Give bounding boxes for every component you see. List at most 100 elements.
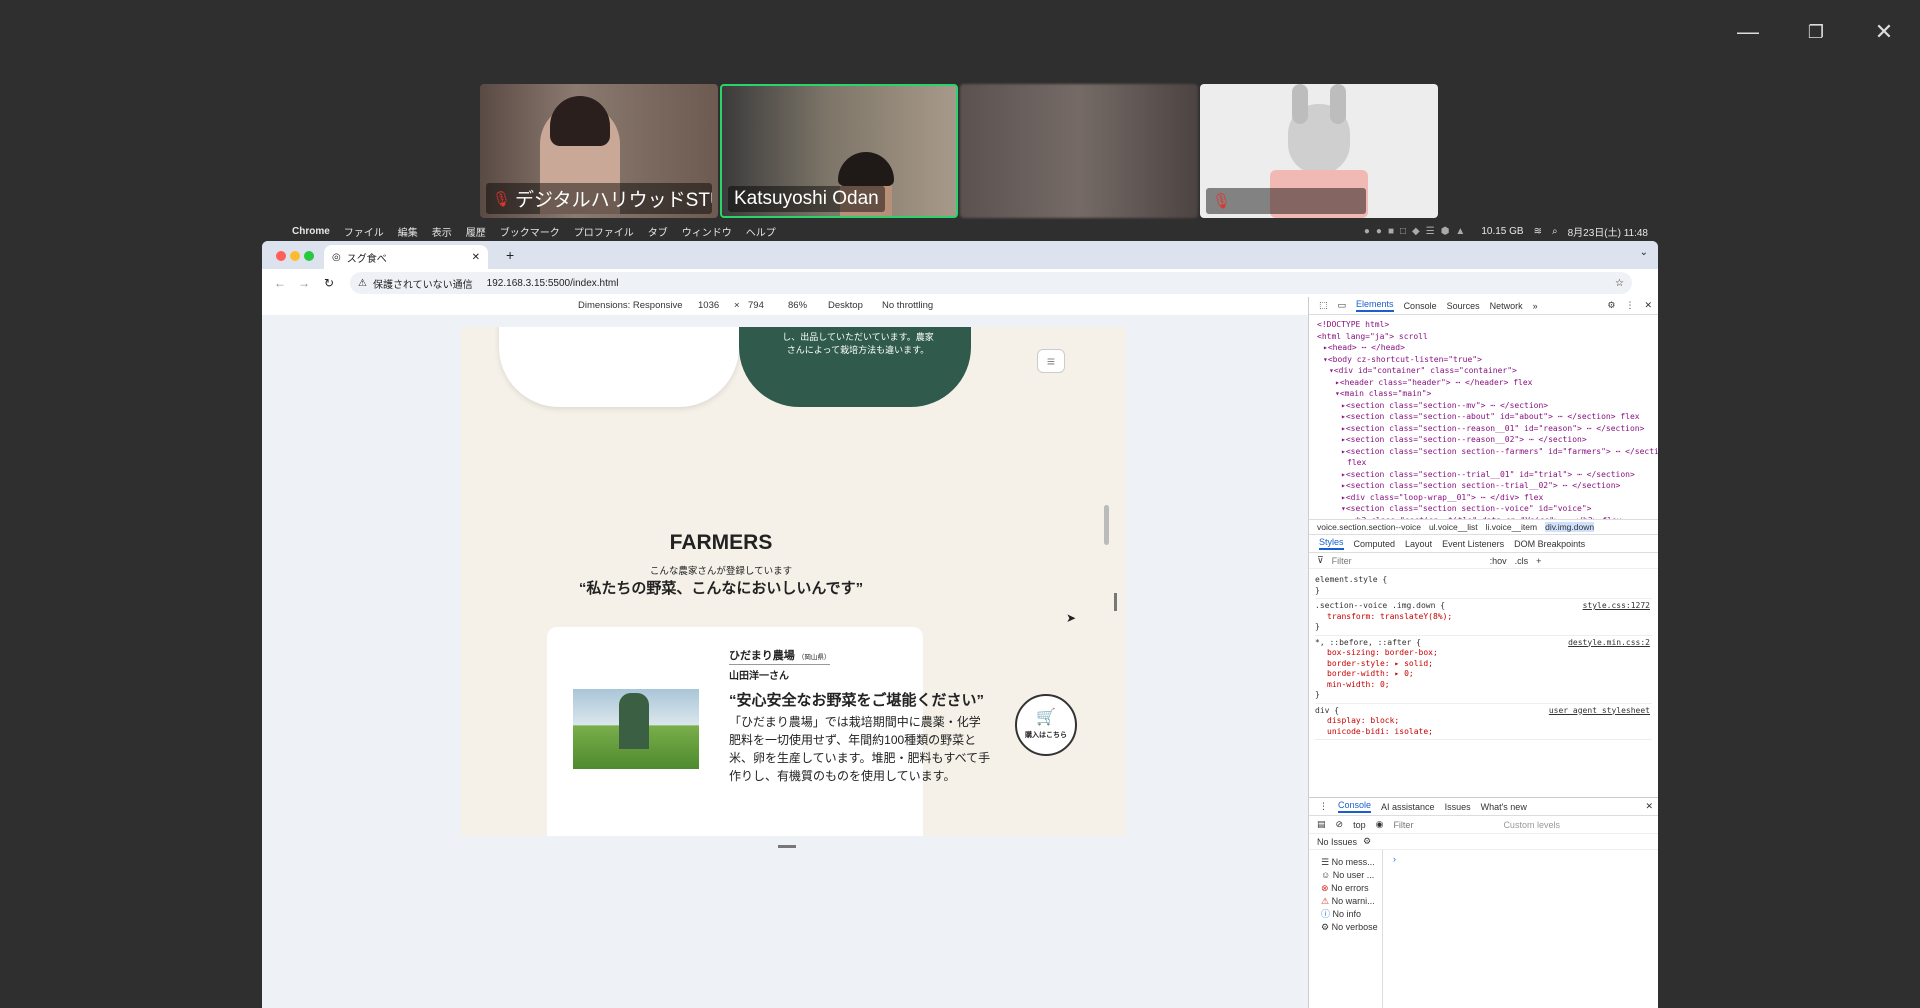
- style-property[interactable]: unicode-bidi: isolate;: [1315, 727, 1652, 738]
- zoom-select[interactable]: 86%: [788, 300, 807, 311]
- tab-computed[interactable]: Computed: [1354, 539, 1396, 549]
- dom-node[interactable]: ▾<body cz-shortcut-listen="true">: [1317, 354, 1658, 366]
- style-property[interactable]: transform: translateY(8%);: [1315, 612, 1652, 623]
- menubar-item[interactable]: ヘルプ: [746, 224, 776, 239]
- add-rule-icon[interactable]: +: [1536, 556, 1541, 566]
- forward-icon[interactable]: →: [298, 276, 310, 290]
- dom-node[interactable]: ▸<section class="section section--farmer…: [1317, 446, 1658, 458]
- participant-tile-2[interactable]: Katsuyoshi Odan: [720, 84, 958, 218]
- tab-search-button[interactable]: ⌄: [1640, 247, 1648, 258]
- dom-node[interactable]: ▸<section class="section--mv"> ⋯ </secti…: [1317, 400, 1658, 412]
- tab-elements[interactable]: Elements: [1356, 299, 1394, 312]
- style-rule[interactable]: .section--voice .img.down {style.css:127…: [1315, 599, 1652, 636]
- dom-node[interactable]: <html lang="ja"> scroll: [1317, 331, 1658, 343]
- breadcrumb-item[interactable]: li.voice__item: [1486, 522, 1538, 532]
- bookmark-star-icon[interactable]: ☆: [1615, 278, 1624, 289]
- dom-node[interactable]: ▾<section class="section section--voice"…: [1317, 503, 1658, 515]
- minimize-icon[interactable]: —: [1734, 18, 1762, 46]
- dom-node[interactable]: ▸<head> ⋯ </head>: [1317, 342, 1658, 354]
- filter-errors[interactable]: ⊗ No errors: [1321, 882, 1382, 895]
- close-window-button[interactable]: [276, 251, 286, 261]
- style-property[interactable]: border-style: ▸ solid;: [1315, 659, 1652, 670]
- search-icon[interactable]: ⌕: [1552, 226, 1558, 237]
- tab-sources[interactable]: Sources: [1447, 301, 1480, 311]
- menubar-item[interactable]: 履歴: [466, 224, 486, 239]
- dom-node[interactable]: ▸<section class="section--about" id="abo…: [1317, 411, 1658, 423]
- eye-icon[interactable]: ◉: [1376, 819, 1384, 830]
- clock[interactable]: 8月23日(土) 11:48: [1568, 224, 1648, 239]
- dom-node[interactable]: ▾<div id="container" class="container">: [1317, 365, 1658, 377]
- sidebar-toggle-icon[interactable]: ▤: [1317, 819, 1326, 830]
- styles-filter-input[interactable]: Filter: [1332, 556, 1482, 566]
- cart-button[interactable]: 🛒 購入はこちら: [1015, 694, 1077, 756]
- tab-dom-breakpoints[interactable]: DOM Breakpoints: [1514, 539, 1585, 549]
- clear-console-icon[interactable]: ⊘: [1336, 819, 1344, 830]
- menubar-item[interactable]: 表示: [432, 224, 452, 239]
- style-rule[interactable]: *, ::before, ::after {destyle.min.css:2 b…: [1315, 636, 1652, 704]
- viewport-height[interactable]: 794: [748, 300, 764, 311]
- dom-node[interactable]: ▸<section class="section--reason__02"> ⋯…: [1317, 434, 1658, 446]
- settings-icon[interactable]: ⚙: [1607, 300, 1615, 311]
- style-rule[interactable]: div {user agent stylesheet display: block…: [1315, 704, 1652, 740]
- tab-event-listeners[interactable]: Event Listeners: [1442, 539, 1504, 549]
- no-issues[interactable]: No Issues: [1317, 837, 1357, 847]
- wifi-icon[interactable]: ≋: [1534, 226, 1542, 237]
- dimensions-select[interactable]: Dimensions: Responsive: [578, 300, 683, 311]
- minimize-window-button[interactable]: [290, 251, 300, 261]
- dom-node[interactable]: <!DOCTYPE html>: [1317, 319, 1658, 331]
- gear-icon[interactable]: ⚙: [1363, 836, 1371, 847]
- device-select[interactable]: Desktop: [828, 300, 863, 311]
- menubar-item[interactable]: ファイル: [344, 224, 384, 239]
- zoom-window-button[interactable]: [304, 251, 314, 261]
- resize-handle-bottom[interactable]: [778, 845, 796, 848]
- style-source[interactable]: style.css:1272: [1583, 601, 1650, 612]
- menubar-item[interactable]: 編集: [398, 224, 418, 239]
- restore-icon[interactable]: ❐: [1802, 18, 1830, 46]
- inspect-icon[interactable]: ⬚: [1319, 300, 1328, 311]
- context-select[interactable]: top: [1353, 820, 1366, 830]
- close-devtools-icon[interactable]: ✕: [1644, 300, 1652, 311]
- dom-node[interactable]: ▸<section class="section--reason__01" id…: [1317, 423, 1658, 435]
- kebab-icon[interactable]: ⋮: [1625, 300, 1634, 311]
- tab-issues[interactable]: Issues: [1445, 802, 1471, 812]
- resize-handle-right[interactable]: [1114, 593, 1117, 611]
- dom-node[interactable]: ▸<div class="loop-wrap__01"> ⋯ </div> fl…: [1317, 492, 1658, 504]
- page-scrollbar[interactable]: [1104, 505, 1109, 545]
- console-prompt[interactable]: ›: [1393, 854, 1396, 864]
- tab-layout[interactable]: Layout: [1405, 539, 1432, 549]
- menubar-item[interactable]: タブ: [648, 224, 668, 239]
- back-icon[interactable]: ←: [274, 276, 286, 290]
- address-bar[interactable]: ⚠ 保護されていない通信 192.168.3.15:5500/index.htm…: [350, 272, 1632, 294]
- dom-tree[interactable]: <!DOCTYPE html> <html lang="ja"> scroll ▸<…: [1309, 315, 1658, 519]
- tab-network[interactable]: Network: [1490, 301, 1523, 311]
- dom-node[interactable]: ▸<section class="section section--trial_…: [1317, 480, 1658, 492]
- close-icon[interactable]: ✕: [1870, 18, 1898, 46]
- style-property[interactable]: min-width: 0;: [1315, 680, 1652, 691]
- style-property[interactable]: box-sizing: border-box;: [1315, 648, 1652, 659]
- style-property[interactable]: border-width: ▸ 0;: [1315, 669, 1652, 680]
- dom-node[interactable]: ▸<header class="header"> ⋯ </header> fle…: [1317, 377, 1658, 389]
- menubar-item[interactable]: プロファイル: [574, 224, 634, 239]
- browser-tab[interactable]: ◎ スグ食べ ✕: [324, 245, 488, 269]
- viewport-width[interactable]: 1036: [698, 300, 719, 311]
- tab-console-drawer[interactable]: Console: [1338, 800, 1372, 813]
- cls-toggle[interactable]: .cls: [1515, 556, 1529, 566]
- filter-warnings[interactable]: ⚠ No warni...: [1321, 895, 1382, 908]
- more-tabs-icon[interactable]: »: [1533, 301, 1538, 311]
- dom-node[interactable]: ▸<h2 class="section__title" data-en="Voi…: [1317, 515, 1658, 520]
- hov-toggle[interactable]: :hov: [1490, 556, 1507, 566]
- tab-styles[interactable]: Styles: [1319, 537, 1344, 550]
- participant-tile-4[interactable]: 🎙: [1200, 84, 1438, 218]
- menubar-item[interactable]: ウィンドウ: [682, 224, 732, 239]
- console-filter-input[interactable]: Filter: [1393, 820, 1493, 830]
- status-icons[interactable]: ●●■□◆☰⬢▲: [1364, 226, 1471, 237]
- filter-info[interactable]: ⓘ No info: [1321, 908, 1382, 921]
- style-property[interactable]: display: block;: [1315, 716, 1652, 727]
- filter-user[interactable]: ☺ No user ...: [1321, 869, 1382, 882]
- dom-node[interactable]: ▾<main class="main">: [1317, 388, 1658, 400]
- close-drawer-icon[interactable]: ✕: [1645, 801, 1653, 812]
- new-tab-button[interactable]: +: [506, 247, 514, 263]
- reload-icon[interactable]: ↻: [324, 276, 334, 290]
- tab-ai-assistance[interactable]: AI assistance: [1381, 802, 1435, 812]
- device-icon[interactable]: ▭: [1338, 300, 1347, 311]
